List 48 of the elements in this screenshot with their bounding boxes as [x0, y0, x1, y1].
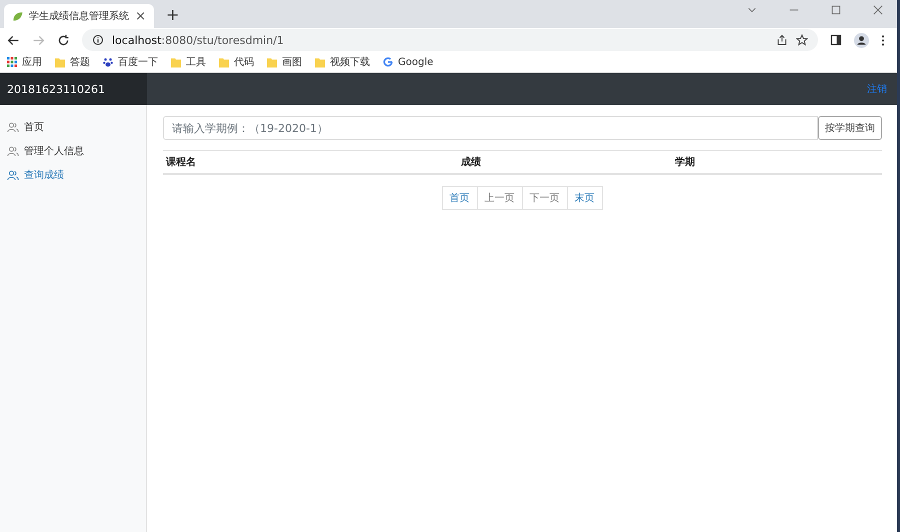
close-icon[interactable] [873, 5, 883, 15]
bookmark[interactable]: 应用 [7, 55, 42, 69]
search-button[interactable]: 按学期查询 [818, 116, 882, 140]
address-bar[interactable]: localhost:8080/stu/toresdmin/1 [82, 29, 818, 51]
apps-grid-icon [7, 57, 17, 67]
profile-icon[interactable] [854, 32, 869, 48]
bookmark[interactable]: 代码 [219, 55, 254, 69]
bookmark[interactable]: 视频下载 [315, 55, 370, 69]
bookmark[interactable]: 画图 [267, 55, 302, 69]
share-icon[interactable] [776, 34, 788, 46]
bookmark[interactable]: 百度一下 [103, 55, 158, 69]
side-panel-icon[interactable] [830, 34, 842, 46]
column-header: 课程名 [166, 156, 196, 169]
paw-icon [103, 57, 113, 67]
google-g-icon [383, 57, 393, 67]
term-input-field[interactable]: 请输入学期例：（19-2020-1） [163, 116, 818, 140]
sidebar-item[interactable]: 查询成绩 [0, 163, 146, 187]
leaf-icon [12, 10, 24, 22]
sidebar-item[interactable]: 管理个人信息 [0, 139, 146, 163]
browser-tab[interactable]: 学生成绩信息管理系统 × [4, 4, 154, 28]
page-link[interactable]: 首页 [442, 186, 478, 210]
column-header: 成绩 [461, 156, 481, 169]
folder-icon [219, 56, 229, 68]
folder-icon [171, 56, 181, 68]
user-id: 20181623110261 [0, 73, 147, 105]
users-icon [7, 170, 19, 180]
column-header: 学期 [675, 156, 695, 169]
bookmark[interactable]: 答题 [55, 55, 90, 69]
new-tab-button[interactable]: + [158, 4, 188, 24]
page-link[interactable]: 末页 [566, 186, 602, 210]
folder-icon [55, 56, 65, 68]
folder-icon [267, 56, 277, 68]
reload-icon[interactable] [57, 34, 70, 46]
close-tab-button[interactable]: × [135, 8, 146, 24]
star-icon[interactable] [796, 34, 808, 46]
bookmark[interactable]: 工具 [171, 55, 206, 69]
tab-title: 学生成绩信息管理系统 [29, 10, 130, 23]
users-icon [7, 146, 19, 156]
info-icon [92, 34, 104, 46]
maximize-icon[interactable] [831, 5, 841, 15]
url-text: localhost:8080/stu/toresdmin/1 [112, 34, 284, 46]
bookmark[interactable]: Google [383, 56, 434, 68]
back-arrow-icon[interactable] [7, 34, 20, 46]
folder-icon [315, 56, 325, 68]
users-icon [7, 122, 19, 132]
chevron-down-icon[interactable] [747, 5, 757, 15]
menu-icon[interactable] [881, 34, 885, 46]
sidebar-item[interactable]: 首页 [0, 115, 146, 139]
